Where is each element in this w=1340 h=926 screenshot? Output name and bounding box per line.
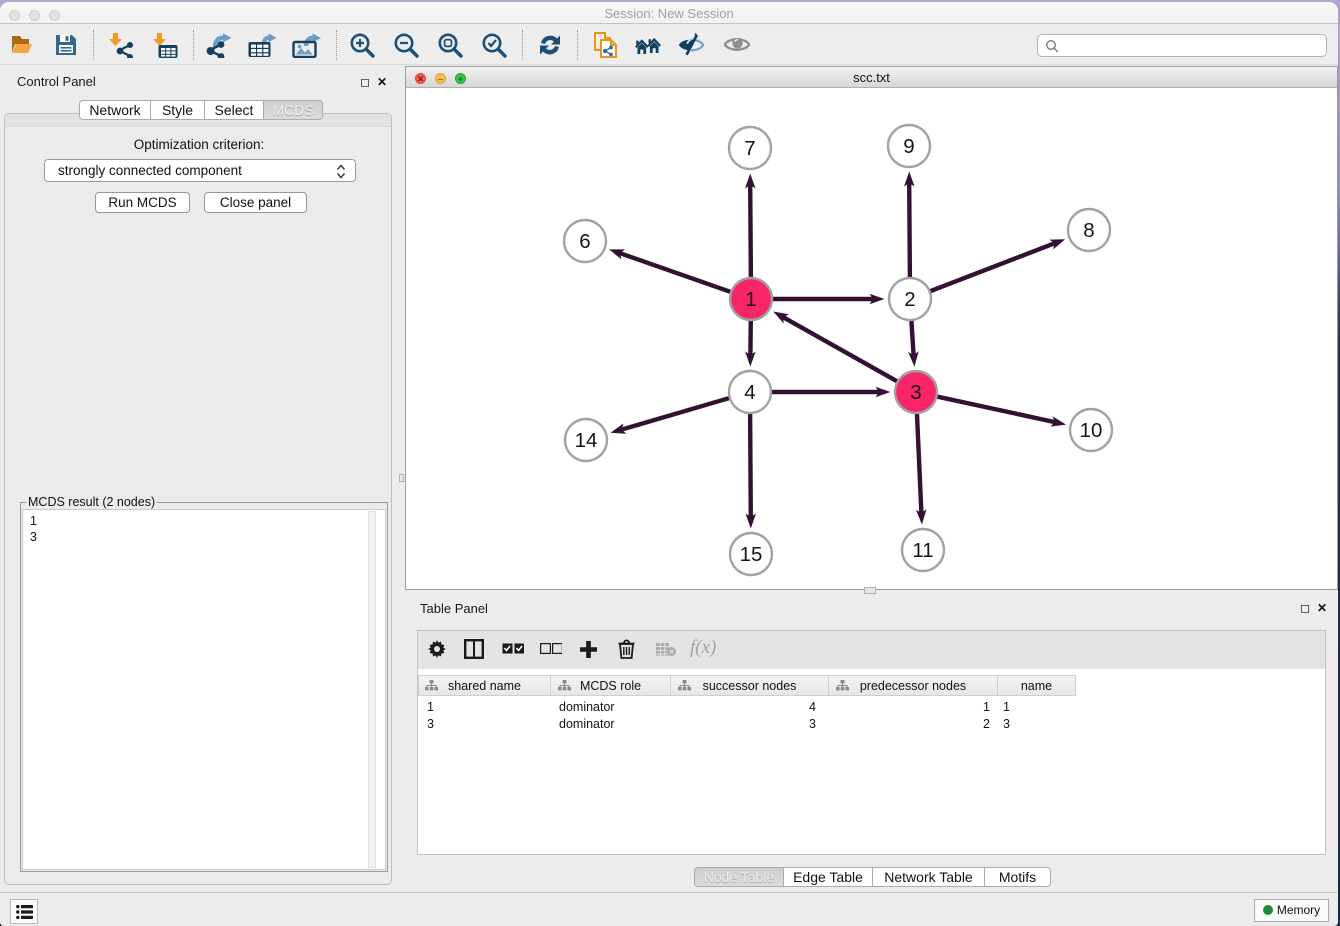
svg-text:3: 3 (910, 381, 921, 404)
svg-text:6: 6 (579, 230, 590, 253)
svg-text:11: 11 (912, 539, 933, 562)
svg-text:2: 2 (904, 288, 915, 311)
svg-text:10: 10 (1080, 419, 1103, 442)
svg-text:8: 8 (1083, 219, 1094, 242)
svg-text:4: 4 (744, 381, 755, 404)
svg-text:15: 15 (740, 543, 763, 566)
svg-text:14: 14 (575, 429, 598, 452)
svg-text:1: 1 (745, 288, 756, 311)
svg-text:7: 7 (744, 137, 755, 160)
svg-text:9: 9 (903, 135, 914, 158)
